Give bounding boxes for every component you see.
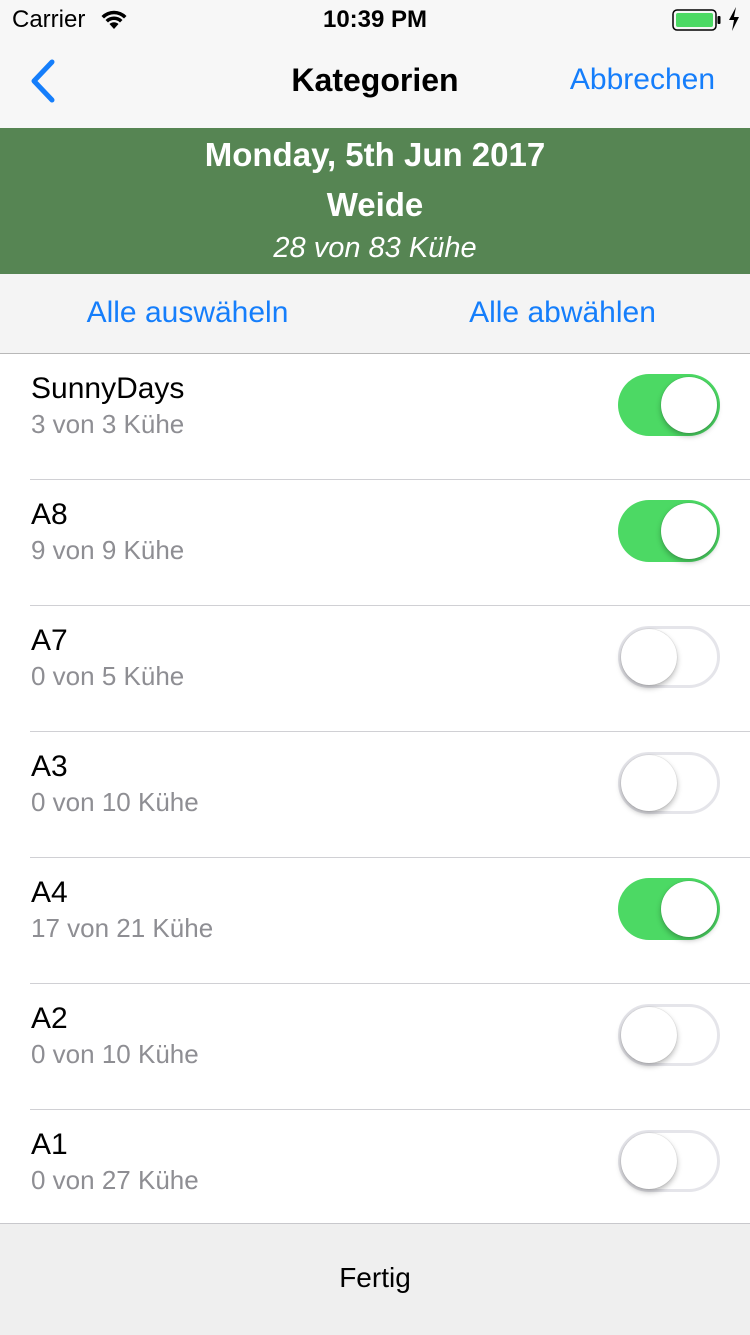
done-button[interactable]: Fertig <box>0 1262 750 1294</box>
toggle-knob <box>621 1007 677 1063</box>
category-count: 0 von 27 Kühe <box>31 1165 199 1195</box>
category-count: 0 von 5 Kühe <box>31 661 185 691</box>
navigation-bar: Kategorien Abbrechen <box>0 40 750 128</box>
battery-icon <box>672 9 722 36</box>
toggle-knob <box>621 1133 677 1189</box>
cancel-button[interactable]: Abbrechen <box>570 63 715 97</box>
category-name: A3 <box>31 750 68 783</box>
toggle-knob <box>661 503 717 559</box>
list-item: A8 9 von 9 Kühe <box>0 480 750 606</box>
toggle-knob <box>621 755 677 811</box>
header-date: Monday, 5th Jun 2017 <box>204 136 546 173</box>
deselect-all-button[interactable]: Alle abwählen <box>375 296 750 330</box>
category-name: A2 <box>31 1002 68 1035</box>
category-name: A4 <box>31 876 68 909</box>
list-item: A1 0 von 27 Kühe <box>0 1110 750 1236</box>
selection-toolbar: Alle auswäheln Alle abwählen <box>0 274 750 354</box>
status-time: 10:39 PM <box>322 6 428 33</box>
list-item: A2 0 von 10 Kühe <box>0 984 750 1110</box>
category-count: 3 von 3 Kühe <box>31 409 185 439</box>
list-item: A3 0 von 10 Kühe <box>0 732 750 858</box>
category-count: 0 von 10 Kühe <box>31 1039 199 1069</box>
charging-bolt-icon <box>728 7 740 36</box>
list-item: SunnyDays 3 von 3 Kühe <box>0 354 750 480</box>
toggle-knob <box>621 629 677 685</box>
category-toggle[interactable] <box>618 1004 720 1066</box>
category-toggle[interactable] <box>618 878 720 940</box>
header-count: 28 von 83 Kühe <box>273 232 477 264</box>
toggle-knob <box>661 377 717 433</box>
select-all-button[interactable]: Alle auswäheln <box>0 296 375 330</box>
header-location: Weide <box>326 186 424 223</box>
category-toggle[interactable] <box>618 500 720 562</box>
category-toggle[interactable] <box>618 1130 720 1192</box>
bottom-toolbar: Fertig <box>0 1223 750 1335</box>
category-list: SunnyDays 3 von 3 Kühe A8 9 von 9 Kühe A… <box>0 354 750 1236</box>
category-toggle[interactable] <box>618 752 720 814</box>
category-name: A1 <box>31 1128 68 1161</box>
category-name: SunnyDays <box>31 372 185 405</box>
status-bar: Carrier 10:39 PM <box>0 0 750 40</box>
category-count: 0 von 10 Kühe <box>31 787 199 817</box>
category-count: 17 von 21 Kühe <box>31 913 214 943</box>
info-header: Monday, 5th Jun 2017 Weide 28 von 83 Küh… <box>0 128 750 274</box>
toggle-knob <box>661 881 717 937</box>
list-item: A7 0 von 5 Kühe <box>0 606 750 732</box>
category-toggle[interactable] <box>618 374 720 436</box>
category-name: A8 <box>31 498 68 531</box>
list-item: A4 17 von 21 Kühe <box>0 858 750 984</box>
category-count: 9 von 9 Kühe <box>31 535 185 565</box>
category-toggle[interactable] <box>618 626 720 688</box>
category-name: A7 <box>31 624 68 657</box>
